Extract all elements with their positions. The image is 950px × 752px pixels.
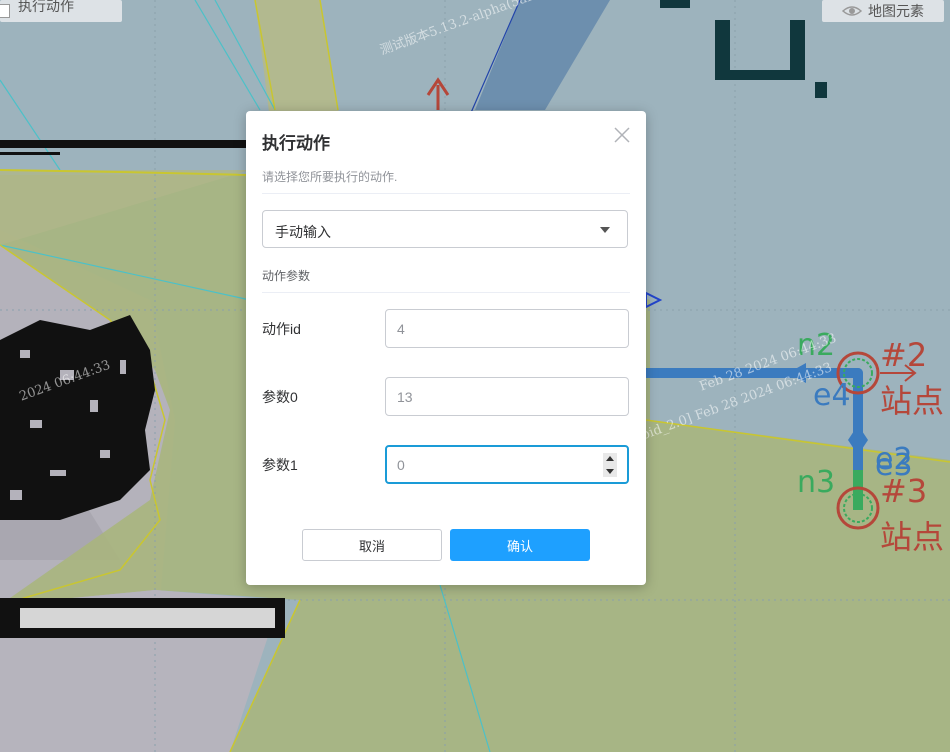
node-label-n3: n3 [797,465,836,500]
dialog-hint: 请选择您所要执行的动作. [262,170,398,184]
eye-icon [842,6,862,16]
action-id-placeholder: 4 [397,321,405,337]
execute-action-button[interactable]: 执行动作 [0,0,122,22]
decrement-icon[interactable] [606,469,614,474]
execute-action-label: 执行动作 [18,0,74,14]
cancel-button[interactable]: 取消 [302,529,442,561]
map-elements-button[interactable]: 地图元素 [822,0,944,22]
station-label-2: 站点 [880,382,945,420]
number-spinner[interactable] [603,453,617,477]
action-id-input[interactable]: 4 [385,309,629,348]
confirm-button[interactable]: 确认 [450,529,590,561]
divider [262,193,630,194]
checkbox-icon[interactable] [0,4,10,18]
map-elements-label: 地图元素 [868,3,924,19]
param1-placeholder: 0 [397,457,405,473]
action-select[interactable]: 手动输入 [262,210,628,248]
divider [262,292,630,293]
station-number-2: #2 [880,336,928,374]
close-icon[interactable] [612,125,632,145]
field-label-action-id: 动作id [262,321,301,337]
param1-input[interactable]: 0 [385,445,629,484]
action-select-value: 手动输入 [275,224,331,240]
edge-label-e4: e4 [813,378,851,413]
field-label-param1: 参数1 [262,457,298,473]
increment-icon[interactable] [606,456,614,461]
field-label-param0: 参数0 [262,389,298,405]
param0-input[interactable]: 13 [385,377,629,416]
station-label-3: 站点 [880,518,945,556]
station-number-3: #3 [880,472,928,510]
dialog-title: 执行动作 [262,134,330,153]
section-label: 动作参数 [262,269,311,283]
param0-placeholder: 13 [397,389,413,405]
execute-action-dialog: 执行动作 请选择您所要执行的动作. 手动输入 动作参数 动作id 4 参数0 1… [246,111,646,585]
chevron-down-icon [600,227,610,233]
